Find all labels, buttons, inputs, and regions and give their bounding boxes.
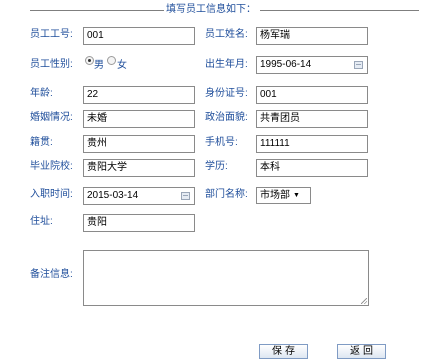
legend-line-right xyxy=(260,10,419,11)
marital-status-input[interactable]: 未婚 xyxy=(83,110,195,128)
id-number-label: 身份证号: xyxy=(205,88,248,99)
phone-label: 手机号: xyxy=(205,137,238,148)
id-number-input[interactable]: 001 xyxy=(256,86,368,104)
address-input[interactable]: 贵阳 xyxy=(83,214,195,232)
calendar-icon[interactable] xyxy=(354,61,363,69)
address-label: 住址: xyxy=(30,216,53,227)
education-input[interactable]: 本科 xyxy=(256,159,368,177)
calendar-icon[interactable] xyxy=(181,192,190,200)
gender-label: 员工性别: xyxy=(30,59,73,70)
hire-date-value: 2015-03-14 xyxy=(87,190,139,201)
age-input[interactable]: 22 xyxy=(83,86,195,104)
gender-male-radio[interactable] xyxy=(85,56,94,65)
employee-name-input[interactable]: 杨军瑞 xyxy=(256,27,368,45)
hire-date-input[interactable]: 2015-03-14 xyxy=(83,187,195,205)
birth-date-label: 出生年月: xyxy=(205,59,248,70)
employee-id-label: 员工工号: xyxy=(30,29,73,40)
marital-status-label: 婚姻情况: xyxy=(30,112,73,123)
form-title: 填写员工信息如下： xyxy=(166,4,256,15)
native-place-input[interactable]: 贵州 xyxy=(83,135,195,153)
education-label: 学历: xyxy=(205,161,228,172)
age-label: 年龄: xyxy=(30,88,53,99)
resize-grip-icon[interactable] xyxy=(361,298,367,304)
gender-female-label: 女 xyxy=(117,60,127,71)
hire-date-label: 入职时间: xyxy=(30,189,73,200)
phone-input[interactable]: 111111 xyxy=(256,135,368,153)
political-status-input[interactable]: 共青团员 xyxy=(256,110,368,128)
native-place-label: 籍贯: xyxy=(30,137,53,148)
school-label: 毕业院校: xyxy=(30,161,73,172)
department-label: 部门名称: xyxy=(205,189,248,200)
gender-male-label: 男 xyxy=(94,60,104,71)
legend-line-left xyxy=(30,10,164,11)
birth-date-input[interactable]: 1995-06-14 xyxy=(256,56,368,74)
birth-date-value: 1995-06-14 xyxy=(260,59,312,70)
remarks-textarea[interactable] xyxy=(83,250,369,306)
department-value: 市场部 xyxy=(260,190,290,201)
employee-id-input[interactable]: 001 xyxy=(83,27,195,45)
department-select[interactable]: 市场部 ▼ xyxy=(256,187,311,204)
political-status-label: 政治面貌: xyxy=(205,112,248,123)
remarks-label: 备注信息: xyxy=(30,269,73,280)
employee-name-label: 员工姓名: xyxy=(205,29,248,40)
school-input[interactable]: 贵阳大学 xyxy=(83,159,195,177)
gender-female-radio[interactable] xyxy=(107,56,116,65)
chevron-down-icon: ▼ xyxy=(293,192,300,199)
